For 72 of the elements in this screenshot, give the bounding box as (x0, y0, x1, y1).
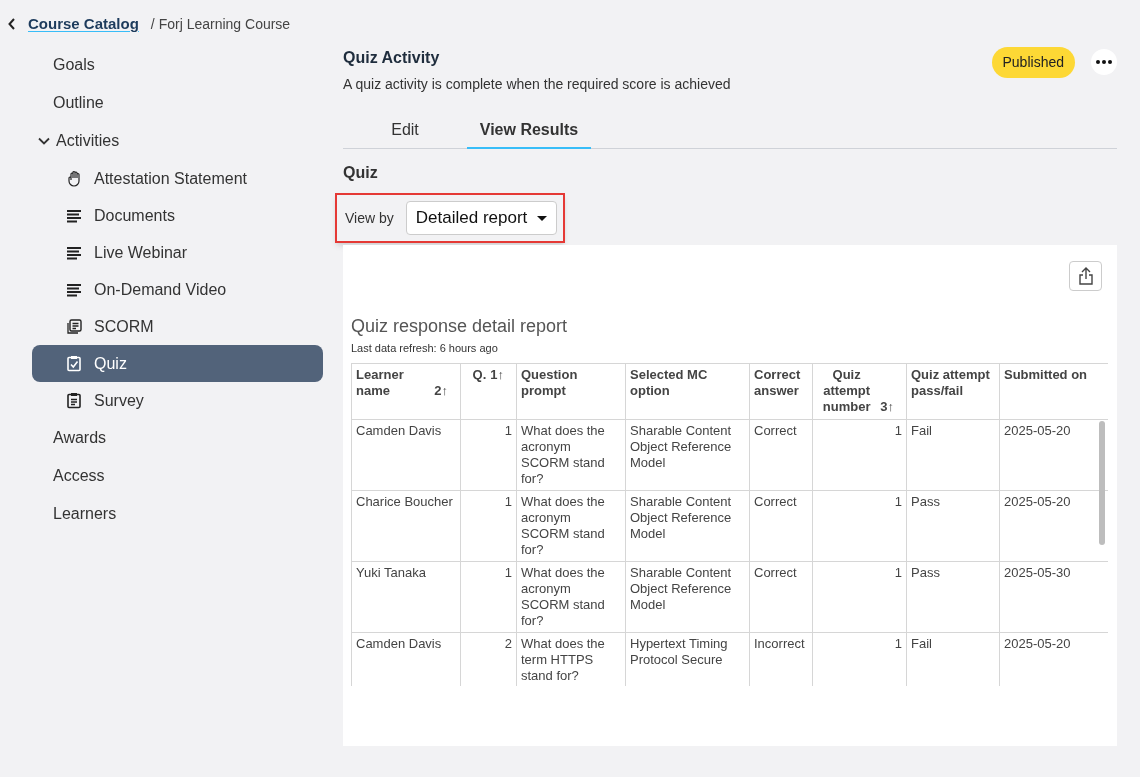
header-label: Learner name (356, 366, 405, 399)
column-header[interactable]: Quiz attempt pass/fail (906, 363, 1000, 419)
column-header[interactable]: Selected MC option (625, 363, 750, 419)
header-label: Quiz attempt number (821, 366, 872, 415)
activity-description: A quiz activity is complete when the required score is achieved (343, 75, 731, 94)
sidebar-item[interactable]: Goals (32, 46, 323, 84)
sidebar-item[interactable]: Documents (32, 197, 323, 234)
share-icon (1077, 267, 1094, 285)
table-cell: What does the acronym SCORM stand for? (516, 561, 626, 632)
table-cell: 1 (812, 419, 907, 490)
sidebar-item[interactable]: Outline (32, 84, 323, 122)
tab[interactable]: View Results (467, 113, 591, 149)
table-cell: What does the acronym SCORM stand for? (516, 490, 626, 561)
sidebar-item[interactable]: On-Demand Video (32, 271, 323, 308)
table-cell: 1 (460, 419, 517, 490)
share-button[interactable] (1069, 261, 1102, 291)
clipboard-list-icon (66, 392, 83, 409)
data-refresh-note: Last data refresh: 6 hours ago (351, 341, 499, 356)
sidebar-item[interactable]: Access (32, 457, 323, 495)
more-options-button[interactable] (1091, 49, 1117, 75)
table-cell: Correct (749, 561, 813, 632)
table-cell: What does the acronym SCORM stand for? (516, 419, 626, 490)
report-title: Quiz response detail report (351, 315, 569, 338)
table-cell: Correct (749, 490, 813, 561)
status-badge: Published (991, 47, 1075, 78)
text-lines-icon (66, 244, 83, 261)
table-cell: Pass (906, 561, 1000, 632)
clipboard-check-icon (66, 355, 83, 372)
sort-indicator: 1↑ (490, 366, 505, 383)
breadcrumb-link[interactable]: Course Catalog (28, 12, 139, 36)
table-cell: 1 (460, 561, 517, 632)
column-header[interactable]: Correct answer (749, 363, 813, 419)
section-title: Quiz (343, 163, 379, 183)
sidebar-item[interactable]: Live Webinar (32, 234, 323, 271)
table-cell: 1 (812, 490, 907, 561)
column-header[interactable]: Submitted on (999, 363, 1108, 419)
sidebar-item[interactable]: Awards (32, 419, 323, 457)
sidebar-item[interactable]: Learners (32, 495, 323, 533)
sort-indicator: 2↑ (434, 382, 449, 399)
scrollbar-thumb[interactable] (1099, 420, 1105, 545)
stacked-document-icon (66, 318, 83, 335)
table-cell: Sharable Content Object Reference Model (625, 561, 750, 632)
view-by-dropdown[interactable]: Detailed report (405, 201, 558, 235)
sort-indicator: 3↑ (880, 398, 895, 415)
sidebar-item[interactable]: Survey (32, 382, 323, 419)
table-cell: 1 (460, 490, 517, 561)
view-by-label: View by (345, 208, 394, 228)
sidebar-item[interactable]: Attestation Statement (32, 160, 323, 197)
sidebar-group[interactable]: Activities (32, 122, 323, 160)
text-lines-icon (66, 207, 83, 224)
table-cell: Pass (906, 490, 1000, 561)
activity-title: Quiz Activity (343, 48, 441, 68)
table-cell: Charice Boucher (351, 490, 461, 561)
caret-icon (537, 215, 548, 221)
back-chevron-icon[interactable] (8, 18, 16, 30)
table-cell: Yuki Tanaka (351, 561, 461, 632)
table-cell: Fail (906, 419, 1000, 490)
breadcrumb-current: / Forj Learning Course (150, 14, 291, 34)
table-cell: Sharable Content Object Reference Model (625, 419, 750, 490)
more-dots-icon (1096, 60, 1112, 64)
table-cell: 1 (812, 561, 907, 632)
chevron-icon (38, 137, 50, 145)
column-header[interactable]: Question prompt (516, 363, 626, 419)
text-lines-icon (66, 281, 83, 298)
tab[interactable]: Edit (343, 113, 467, 149)
table-cell: Camden Davis (351, 419, 461, 490)
sidebar-item[interactable]: SCORM (32, 308, 323, 345)
table-cell: Correct (749, 419, 813, 490)
header-label: Q. (472, 366, 487, 383)
table-cell: Camden Davis (351, 632, 461, 686)
sidebar-item[interactable]: Quiz (32, 345, 323, 382)
table-cell: Sharable Content Object Reference Model (625, 490, 750, 561)
